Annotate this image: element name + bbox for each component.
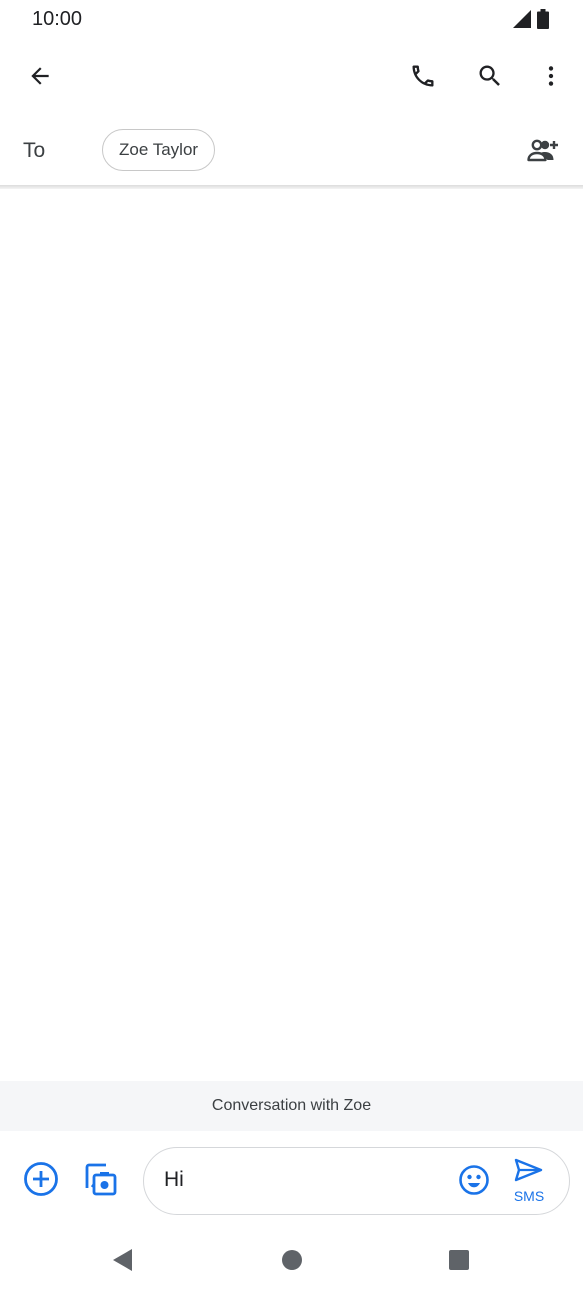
more-options-button[interactable] bbox=[527, 54, 575, 102]
nav-recents-button[interactable] bbox=[435, 1238, 483, 1286]
emoji-icon bbox=[458, 1164, 490, 1201]
back-arrow-icon bbox=[27, 63, 53, 94]
recents-square-icon bbox=[448, 1249, 470, 1276]
back-triangle-icon bbox=[112, 1248, 134, 1277]
send-icon bbox=[514, 1158, 544, 1187]
add-circle-icon bbox=[23, 1161, 59, 1202]
message-input[interactable]: Hi bbox=[164, 1168, 184, 1192]
more-vert-icon bbox=[538, 63, 564, 94]
messages-compose-screen: 10:00 To Zoe Taylor Conversation with Zo… bbox=[0, 0, 583, 1296]
system-nav-bar bbox=[0, 1232, 583, 1296]
add-people-button[interactable] bbox=[519, 129, 567, 177]
status-bar: 10:00 bbox=[0, 0, 583, 40]
status-icons bbox=[513, 9, 549, 34]
recipient-row: To Zoe Taylor bbox=[0, 124, 583, 182]
signal-icon bbox=[513, 10, 531, 33]
recipient-chip-label: Zoe Taylor bbox=[119, 140, 199, 159]
attach-button[interactable] bbox=[17, 1157, 65, 1205]
phone-icon bbox=[409, 62, 437, 95]
gallery-button[interactable] bbox=[76, 1157, 124, 1205]
conversation-banner: Conversation with Zoe bbox=[0, 1081, 583, 1131]
gallery-camera-icon bbox=[82, 1161, 118, 1202]
back-button[interactable] bbox=[16, 54, 64, 102]
app-bar bbox=[0, 46, 583, 110]
search-button[interactable] bbox=[466, 54, 514, 102]
compose-field[interactable]: Hi SMS bbox=[143, 1147, 570, 1215]
emoji-button[interactable] bbox=[450, 1158, 498, 1206]
recipient-chip[interactable]: Zoe Taylor bbox=[102, 129, 216, 171]
home-circle-icon bbox=[281, 1249, 303, 1276]
message-list bbox=[0, 189, 583, 1081]
nav-back-button[interactable] bbox=[99, 1238, 147, 1286]
call-button[interactable] bbox=[399, 54, 447, 102]
compose-bar: Hi SMS bbox=[0, 1140, 583, 1224]
nav-home-button[interactable] bbox=[268, 1238, 316, 1286]
to-label: To bbox=[23, 139, 46, 162]
status-time: 10:00 bbox=[32, 8, 83, 30]
add-people-icon bbox=[527, 138, 559, 169]
search-icon bbox=[476, 62, 504, 95]
battery-icon bbox=[537, 9, 549, 34]
conversation-banner-text: Conversation with Zoe bbox=[211, 1097, 372, 1114]
send-sms-button[interactable]: SMS bbox=[509, 1158, 549, 1206]
send-sms-label: SMS bbox=[513, 1188, 545, 1204]
